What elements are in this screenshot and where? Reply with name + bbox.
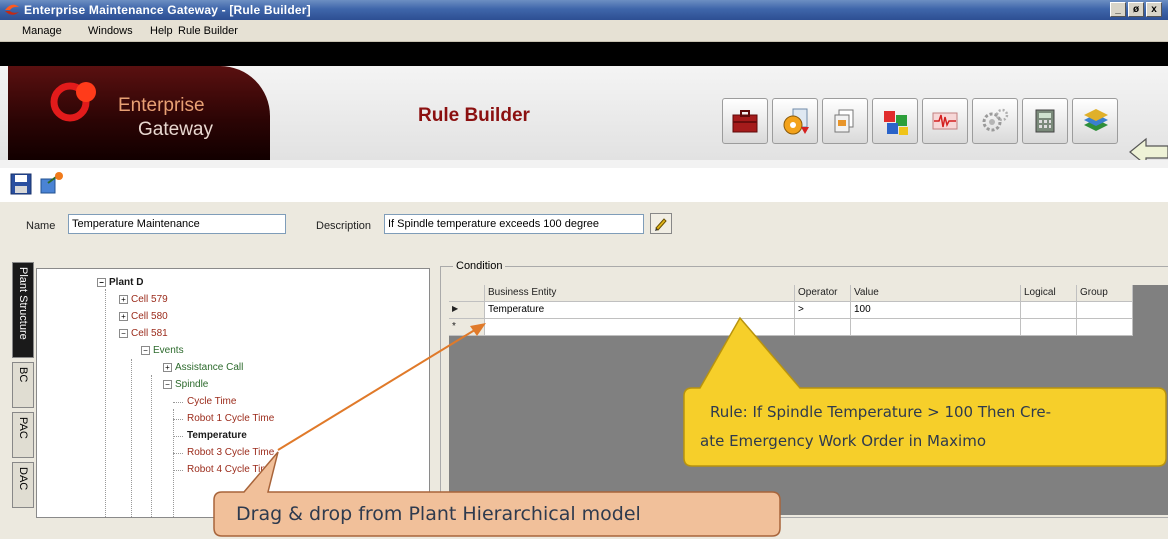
rule-callout-line1: Rule: If Spindle Temperature > 100 Then … bbox=[710, 403, 1051, 421]
drag-callout-text: Drag & drop from Plant Hierarchical mode… bbox=[236, 503, 641, 525]
rule-callout-line2: ate Emergency Work Order in Maximo bbox=[700, 432, 986, 450]
callout-overlay bbox=[213, 316, 1167, 537]
drag-arrow-line bbox=[277, 327, 479, 451]
drag-arrow-head bbox=[470, 323, 486, 336]
